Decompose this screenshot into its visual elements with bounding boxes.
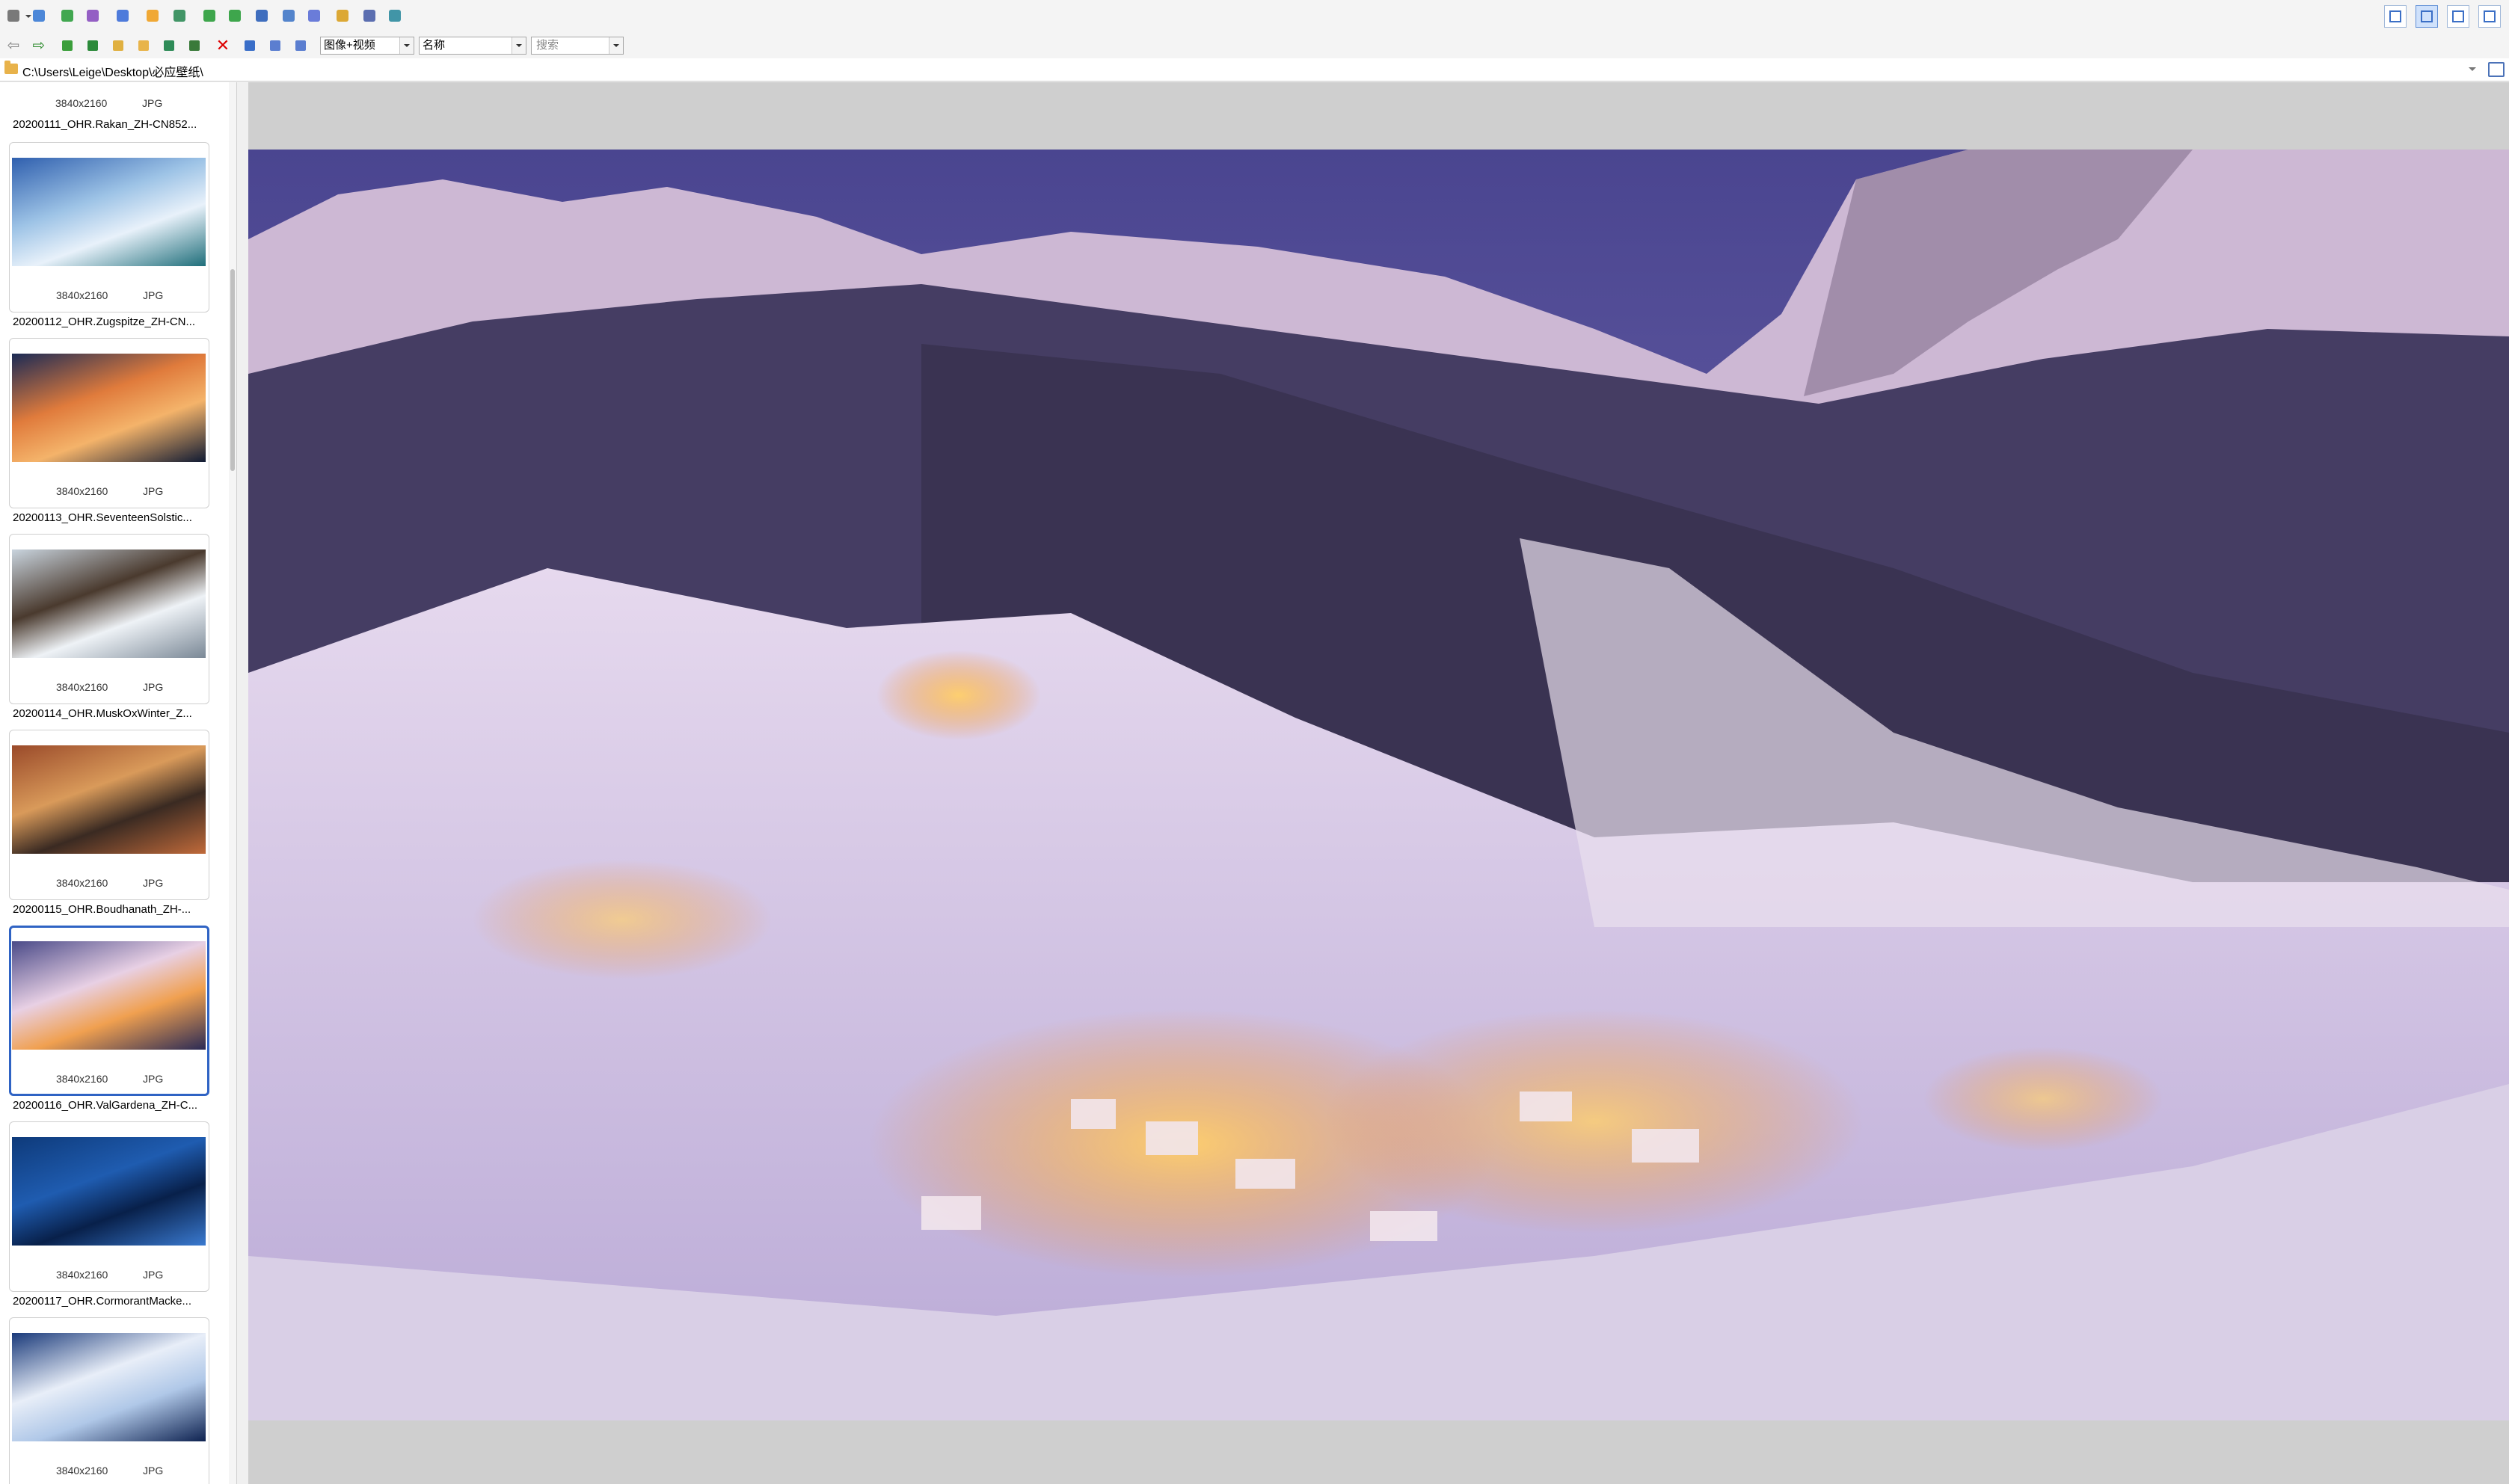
thumb-dims: 3840x2160	[55, 97, 108, 109]
thumbnail-card[interactable]: 3840x2160 JPG	[9, 926, 209, 1096]
thumbnail-card[interactable]: 3840x2160 JPG	[9, 1121, 209, 1292]
thumb-filename[interactable]: 20200115_OHR.Boudhanath_ZH-...	[13, 903, 191, 916]
thumb-type: JPG	[143, 289, 164, 301]
thumbnail-image[interactable]	[12, 354, 206, 462]
details-view-icon[interactable]	[241, 37, 259, 55]
batch-icon[interactable]	[112, 5, 133, 26]
delete-icon[interactable]: ✕	[214, 37, 232, 55]
thumbnail-image[interactable]	[12, 158, 206, 266]
copy-to-icon[interactable]	[160, 37, 178, 55]
search-box[interactable]	[531, 37, 624, 55]
thumb-filename[interactable]: 20200113_OHR.SeventeenSolstic...	[13, 511, 192, 524]
refresh-icon[interactable]	[84, 37, 102, 55]
scrollbar-thumb[interactable]	[230, 269, 235, 471]
thumbnail-card[interactable]: 3840x2160 JPG	[9, 1317, 209, 1484]
browse-icon[interactable]	[2488, 62, 2505, 77]
grid-view-icon[interactable]	[292, 37, 310, 55]
thumbnail-image[interactable]	[12, 941, 206, 1050]
thumb-type: JPG	[143, 681, 164, 693]
thumb-filename[interactable]: 20200111_OHR.Rakan_ZH-CN852...	[13, 118, 197, 131]
main-toolbar	[0, 0, 2509, 34]
thumbnail-card[interactable]: 3840x2160 JPG	[9, 730, 209, 900]
chevron-down-icon[interactable]	[512, 37, 526, 54]
thumb-dims: 3840x2160	[56, 1269, 108, 1281]
forward-arrow-icon[interactable]: ⇨	[30, 37, 48, 55]
rotate-right-icon[interactable]	[224, 5, 245, 26]
thumb-dims: 3840x2160	[56, 1073, 108, 1085]
back-arrow-icon[interactable]: ⇦	[4, 37, 22, 55]
thumb-filename[interactable]: 20200114_OHR.MuskOxWinter_Z...	[13, 707, 192, 720]
slideshow-icon[interactable]	[57, 5, 78, 26]
thumb-type: JPG	[143, 877, 164, 889]
thumbnail-image[interactable]	[12, 745, 206, 854]
thumb-type: JPG	[143, 485, 164, 497]
favorites-icon[interactable]	[135, 37, 153, 55]
filmstrip-view-icon[interactable]	[2416, 5, 2438, 28]
navigation-toolbar: ⇦ ⇨ ✕ 图像+视频 名称	[0, 33, 2509, 59]
up-folder-icon[interactable]	[58, 37, 76, 55]
list-view-icon[interactable]	[266, 37, 284, 55]
print-icon[interactable]	[359, 5, 380, 26]
folder-icon[interactable]	[109, 37, 127, 55]
fullscreen-icon[interactable]	[28, 5, 49, 26]
chevron-down-icon[interactable]	[609, 37, 623, 54]
thumb-type: JPG	[143, 1465, 164, 1477]
sort-select-value: 名称	[423, 39, 446, 52]
convert-icon[interactable]	[332, 5, 353, 26]
settings-icon[interactable]	[142, 5, 163, 26]
thumbnail-image[interactable]	[12, 549, 206, 658]
address-path[interactable]: C:\Users\Leige\Desktop\必应壁纸\	[22, 62, 203, 80]
thumbnail-view-icon[interactable]	[2384, 5, 2407, 28]
thumb-dims: 3840x2160	[56, 877, 108, 889]
thumb-type: JPG	[142, 97, 163, 109]
scan-icon[interactable]	[304, 5, 325, 26]
thumb-filename[interactable]: 20200112_OHR.Zugspitze_ZH-CN...	[13, 315, 195, 328]
crop-icon[interactable]	[251, 5, 272, 26]
main-photo	[248, 150, 2509, 1420]
address-bar[interactable]: C:\Users\Leige\Desktop\必应壁纸\	[0, 58, 2509, 81]
preview-view-icon[interactable]	[2447, 5, 2469, 28]
user-icon[interactable]	[169, 5, 190, 26]
thumb-dims: 3840x2160	[56, 1465, 108, 1477]
image-viewer[interactable]	[248, 82, 2509, 1484]
sort-select[interactable]: 名称	[419, 37, 526, 55]
thumb-dims: 3840x2160	[56, 289, 108, 301]
thumbnail-pane[interactable]: 3840x2160 JPG 20200111_OHR.Rakan_ZH-CN85…	[0, 82, 237, 1484]
fit-view-icon[interactable]	[2478, 5, 2501, 28]
move-to-icon[interactable]	[185, 37, 203, 55]
image-edit-icon[interactable]	[82, 5, 103, 26]
filter-select-value: 图像+视频	[324, 39, 375, 52]
thumb-type: JPG	[143, 1269, 164, 1281]
thumb-dims: 3840x2160	[56, 681, 108, 693]
thumb-filename[interactable]: 20200116_OHR.ValGardena_ZH-C...	[13, 1099, 197, 1112]
thumb-dims: 3840x2160	[56, 485, 108, 497]
thumbnail-card[interactable]: 3840x2160 JPG	[9, 338, 209, 508]
thumbnail-image[interactable]	[12, 1333, 206, 1441]
folder-icon	[4, 61, 18, 74]
thumb-filename[interactable]: 20200117_OHR.CormorantMacke...	[13, 1295, 191, 1308]
hand-tool-icon[interactable]	[3, 5, 31, 26]
chevron-down-icon[interactable]	[399, 37, 414, 54]
thumbnail-card[interactable]: 3840x2160 JPG	[9, 534, 209, 704]
thumbnail-image[interactable]	[12, 1137, 206, 1246]
chevron-down-icon[interactable]	[2466, 61, 2479, 78]
rotate-left-icon[interactable]	[199, 5, 220, 26]
thumbnail-card[interactable]: 3840x2160 JPG	[9, 142, 209, 312]
thumb-type: JPG	[143, 1073, 164, 1085]
filter-select[interactable]: 图像+视频	[320, 37, 414, 55]
search-input[interactable]	[535, 38, 609, 52]
screen-capture-icon[interactable]	[278, 5, 299, 26]
export-icon[interactable]	[384, 5, 405, 26]
